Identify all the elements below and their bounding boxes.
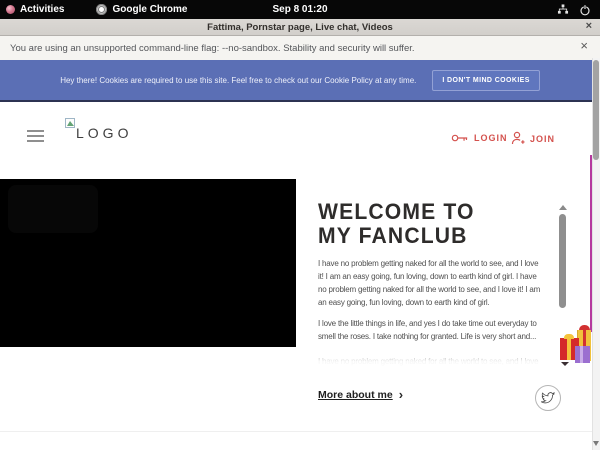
logo-label: LOGO <box>76 125 132 141</box>
menu-hamburger-button[interactable] <box>27 130 44 143</box>
inner-scrollbar-thumb[interactable] <box>559 214 566 308</box>
add-user-icon <box>511 131 525 146</box>
chrome-icon <box>96 4 107 15</box>
window-title-bar: Fattima, Pornstar page, Live chat, Video… <box>0 19 600 36</box>
window-close-button[interactable]: × <box>586 20 592 32</box>
page-scrollbar-thumb[interactable] <box>593 60 599 160</box>
app-menu-label: Google Chrome <box>112 4 187 15</box>
site-logo[interactable]: LOGO <box>64 118 132 141</box>
bio-paragraph: I have no problem getting naked for all … <box>318 257 543 309</box>
more-about-me-label: More about me <box>318 389 393 401</box>
infobar-close-button[interactable]: × <box>580 39 588 52</box>
app-menu-google-chrome[interactable]: Google Chrome <box>90 0 193 19</box>
join-button[interactable]: JOIN <box>511 131 555 146</box>
cookie-banner: Hey there! Cookies are required to use t… <box>0 60 600 102</box>
cookie-message: Hey there! Cookies are required to use t… <box>60 76 416 85</box>
join-label: JOIN <box>530 134 555 144</box>
recording-indicator-icon <box>6 5 15 14</box>
network-icon[interactable] <box>557 4 569 15</box>
system-tray <box>557 4 600 16</box>
page-title: WELCOME TO MY FANCLUB <box>318 200 510 248</box>
text-fade-overlay <box>318 352 543 369</box>
broken-image-icon <box>65 118 75 128</box>
twitter-button[interactable] <box>535 385 561 411</box>
cookie-accept-button[interactable]: I DON'T MIND COOKIES <box>432 70 539 91</box>
activities-label: Activities <box>20 4 64 15</box>
video-player-pane[interactable] <box>0 179 296 347</box>
twitter-icon <box>541 391 555 405</box>
system-top-bar: Activities Google Chrome Sep 8 01:20 <box>0 0 600 19</box>
login-button[interactable]: LOGIN <box>451 132 508 144</box>
more-about-me-link[interactable]: More about me › <box>318 388 403 401</box>
window-title: Fattima, Pornstar page, Live chat, Video… <box>207 22 393 33</box>
gift-tag-mark <box>561 362 569 366</box>
bio-paragraph: I love the little things in life, and ye… <box>318 317 543 343</box>
infobar-message: You are using an unsupported command-lin… <box>10 43 415 54</box>
clock-label: Sep 8 01:20 <box>272 4 327 15</box>
gift-box-purple-icon <box>575 346 590 363</box>
clock[interactable]: Sep 8 01:20 <box>272 0 327 19</box>
login-label: LOGIN <box>474 133 508 143</box>
inner-scroll-up-arrow-icon[interactable] <box>559 205 567 210</box>
section-divider <box>0 431 592 432</box>
sandbox-warning-infobar: You are using an unsupported command-lin… <box>0 36 600 60</box>
page-scroll-down-arrow-icon[interactable] <box>593 441 599 446</box>
power-icon[interactable] <box>579 4 591 16</box>
chevron-right-icon: › <box>399 388 403 401</box>
key-icon <box>451 132 469 144</box>
activities-button[interactable]: Activities <box>0 0 70 19</box>
